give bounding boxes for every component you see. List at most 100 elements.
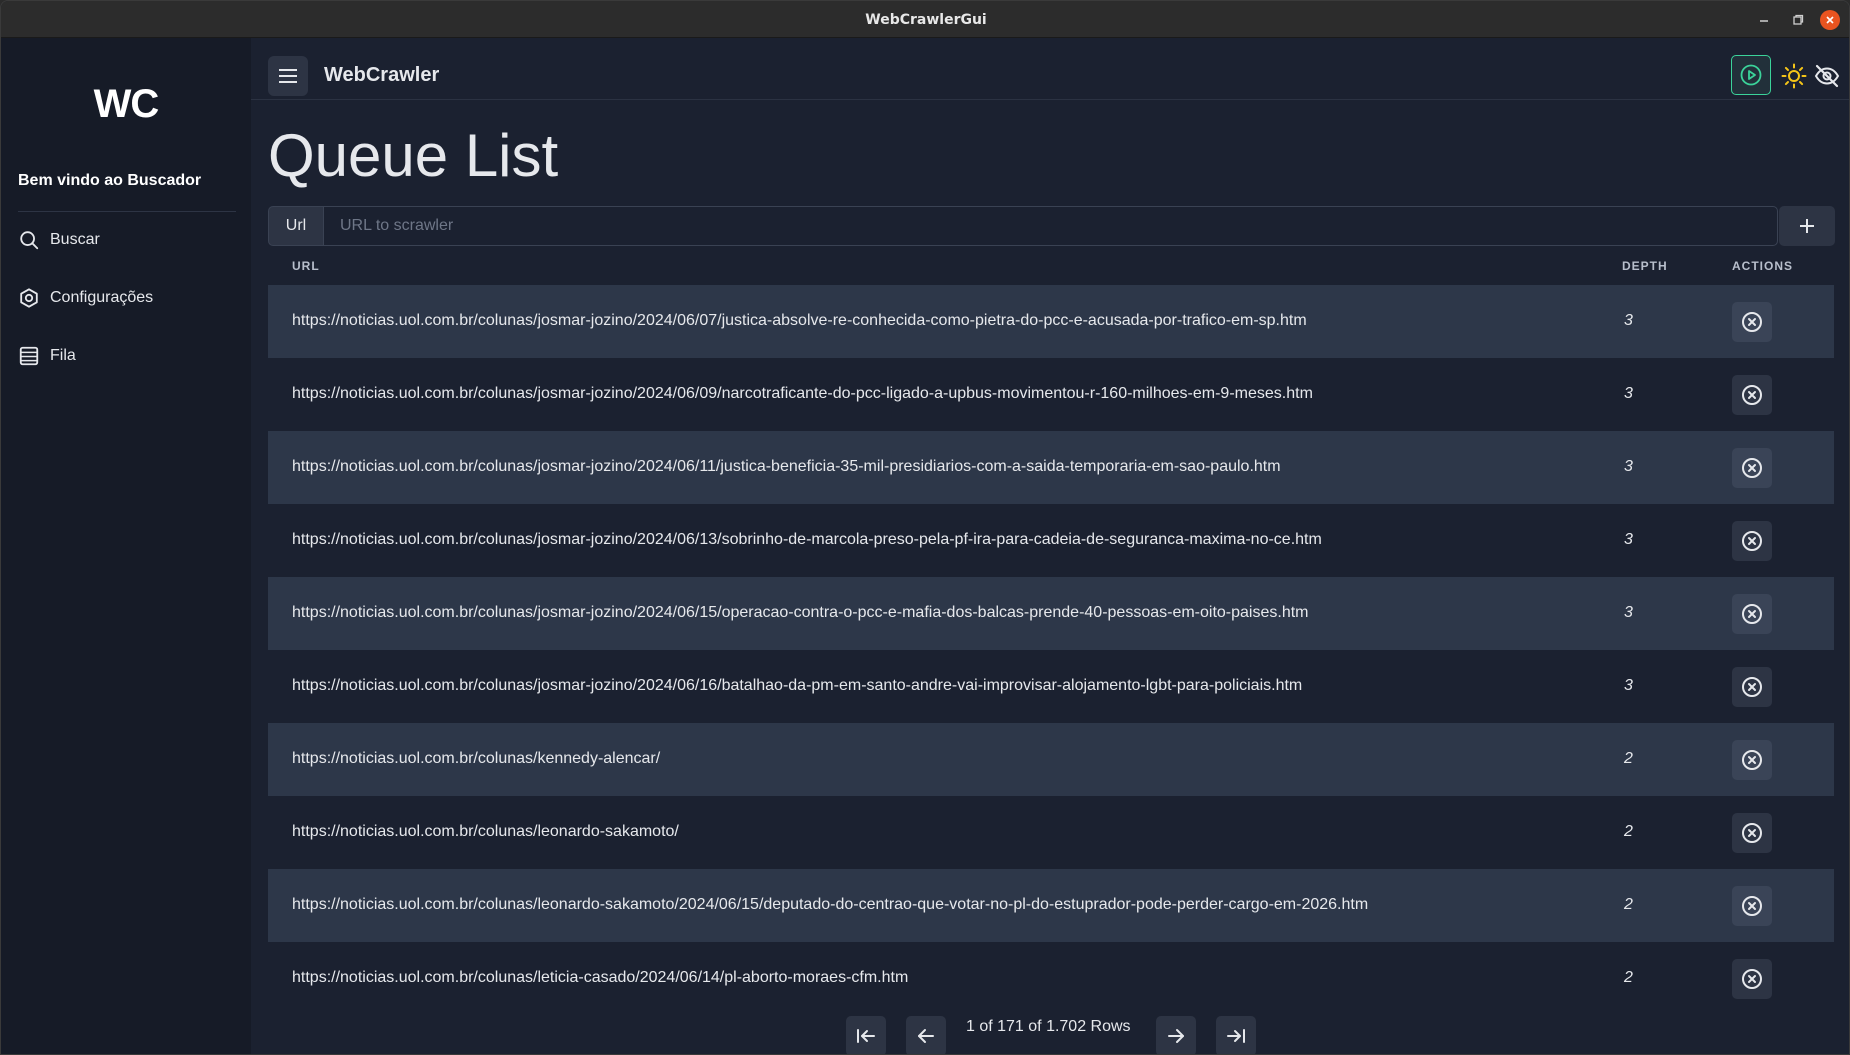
url-input-group: Url — [268, 206, 1778, 246]
first-page-button[interactable] — [846, 1016, 886, 1054]
previous-page-button[interactable] — [906, 1016, 946, 1054]
close-icon — [1826, 16, 1834, 24]
table-row: https://noticias.uol.com.br/colunas/josm… — [268, 504, 1834, 577]
close-circle-icon — [1742, 312, 1762, 332]
depth-cell: 3 — [1624, 312, 1633, 329]
add-url-button[interactable] — [1779, 206, 1835, 246]
table-header: URL DEPTH ACTIONS — [268, 251, 1834, 285]
sidebar: WC Bem vindo ao Buscador Buscar Configur… — [1, 38, 251, 1054]
close-circle-icon — [1742, 896, 1762, 916]
url-cell: https://noticias.uol.com.br/colunas/leti… — [292, 969, 909, 986]
next-page-button[interactable] — [1156, 1016, 1196, 1054]
url-input[interactable] — [323, 206, 1778, 246]
close-circle-icon — [1742, 458, 1762, 478]
sidebar-divider — [18, 211, 236, 212]
sidebar-item-configuracoes[interactable]: Configurações — [18, 283, 238, 313]
sidebar-item-buscar[interactable]: Buscar — [18, 225, 238, 255]
title-bar: WebCrawlerGui — [1, 1, 1849, 38]
plus-icon — [1800, 219, 1814, 233]
url-cell: https://noticias.uol.com.br/colunas/josm… — [292, 604, 1309, 621]
depth-cell: 2 — [1624, 969, 1633, 986]
table-row: https://noticias.uol.com.br/colunas/josm… — [268, 577, 1834, 650]
play-circle-icon — [1740, 64, 1762, 86]
minimize-icon — [1760, 20, 1768, 22]
queue-table: URL DEPTH ACTIONS https://noticias.uol.c… — [268, 251, 1834, 1015]
close-window-button[interactable] — [1820, 10, 1840, 30]
url-cell: https://noticias.uol.com.br/colunas/josm… — [292, 677, 1303, 694]
close-circle-icon — [1742, 823, 1762, 843]
app-window: WebCrawlerGui WC Bem vindo ao Buscador B… — [0, 0, 1850, 1055]
table-row: https://noticias.uol.com.br/colunas/josm… — [268, 650, 1834, 723]
last-page-button[interactable] — [1216, 1016, 1256, 1054]
remove-url-button[interactable] — [1732, 448, 1772, 488]
remove-url-button[interactable] — [1732, 959, 1772, 999]
table-row: https://noticias.uol.com.br/colunas/kenn… — [268, 723, 1834, 796]
maximize-button[interactable] — [1788, 10, 1808, 30]
depth-cell: 3 — [1624, 458, 1633, 475]
depth-cell: 3 — [1624, 385, 1633, 402]
settings-icon — [20, 288, 38, 308]
start-crawler-button[interactable] — [1731, 55, 1771, 95]
sidebar-item-label: Buscar — [50, 231, 100, 248]
remove-url-button[interactable] — [1732, 667, 1772, 707]
depth-cell: 3 — [1624, 677, 1633, 694]
depth-cell: 3 — [1624, 604, 1633, 621]
sidebar-item-fila[interactable]: Fila — [18, 341, 238, 371]
sidebar-item-label: Fila — [50, 347, 76, 364]
depth-cell: 2 — [1624, 750, 1633, 767]
table-row: https://noticias.uol.com.br/colunas/josm… — [268, 285, 1834, 358]
table-row: https://noticias.uol.com.br/colunas/leti… — [268, 942, 1834, 1015]
remove-url-button[interactable] — [1732, 886, 1772, 926]
window-title: WebCrawlerGui — [865, 12, 987, 28]
depth-cell: 2 — [1624, 823, 1633, 840]
table-row: https://noticias.uol.com.br/colunas/josm… — [268, 431, 1834, 504]
close-circle-icon — [1742, 604, 1762, 624]
visibility-toggle-button[interactable] — [1813, 62, 1841, 90]
restore-icon — [1793, 14, 1804, 25]
remove-url-button[interactable] — [1732, 740, 1772, 780]
arrow-left-icon — [918, 1029, 934, 1043]
url-cell: https://noticias.uol.com.br/colunas/josm… — [292, 531, 1322, 548]
app-header: WebCrawler — [251, 38, 1849, 100]
column-header-depth: DEPTH — [1622, 259, 1668, 273]
app-logo: WC — [93, 82, 160, 126]
hamburger-menu-icon — [279, 69, 297, 83]
depth-cell: 2 — [1624, 896, 1633, 913]
column-header-url: URL — [292, 259, 320, 273]
url-cell: https://noticias.uol.com.br/colunas/leon… — [292, 823, 679, 840]
table-row: https://noticias.uol.com.br/colunas/leon… — [268, 796, 1834, 869]
theme-toggle-button[interactable] — [1780, 62, 1808, 90]
table-row: https://noticias.uol.com.br/colunas/leon… — [268, 869, 1834, 942]
table-row: https://noticias.uol.com.br/colunas/josm… — [268, 358, 1834, 431]
close-circle-icon — [1742, 677, 1762, 697]
close-circle-icon — [1742, 531, 1762, 551]
depth-cell: 3 — [1624, 531, 1633, 548]
remove-url-button[interactable] — [1732, 594, 1772, 634]
welcome-text: Bem vindo ao Buscador — [18, 172, 202, 189]
minimize-button[interactable] — [1754, 10, 1774, 30]
remove-url-button[interactable] — [1732, 813, 1772, 853]
eye-off-icon — [1814, 64, 1840, 88]
page-title: Queue List — [268, 122, 559, 189]
menu-toggle-button[interactable] — [268, 56, 308, 96]
list-icon — [19, 346, 39, 366]
url-cell: https://noticias.uol.com.br/colunas/leon… — [292, 896, 1369, 913]
url-cell: https://noticias.uol.com.br/colunas/josm… — [292, 312, 1307, 329]
remove-url-button[interactable] — [1732, 375, 1772, 415]
url-cell: https://noticias.uol.com.br/colunas/kenn… — [292, 750, 661, 767]
first-page-icon — [857, 1029, 875, 1043]
close-circle-icon — [1742, 969, 1762, 989]
pagination-info: 1 of 171 of 1.702 Rows — [966, 1018, 1131, 1035]
close-circle-icon — [1742, 750, 1762, 770]
url-addon-label: Url — [268, 206, 323, 246]
remove-url-button[interactable] — [1732, 302, 1772, 342]
url-cell: https://noticias.uol.com.br/colunas/josm… — [292, 458, 1281, 475]
app-title: WebCrawler — [324, 64, 440, 86]
search-icon — [20, 231, 39, 250]
arrow-right-icon — [1168, 1029, 1184, 1043]
sidebar-item-label: Configurações — [50, 289, 154, 306]
pagination: 1 of 171 of 1.702 Rows — [1, 1016, 1849, 1054]
column-header-actions: ACTIONS — [1732, 259, 1793, 273]
remove-url-button[interactable] — [1732, 521, 1772, 561]
last-page-icon — [1227, 1029, 1245, 1043]
